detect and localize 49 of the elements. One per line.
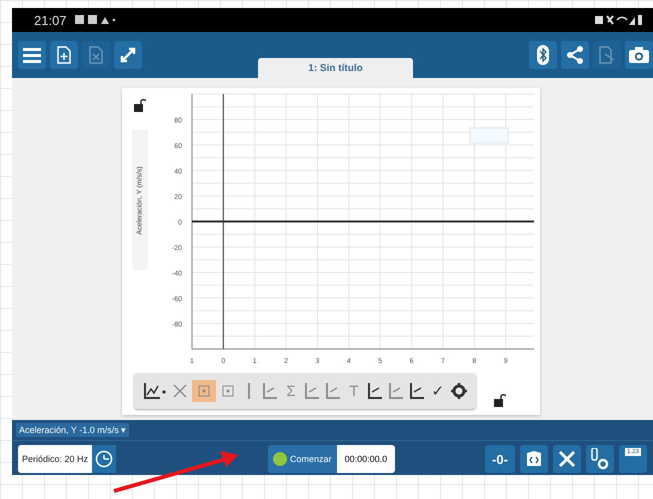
code-file-button[interactable] xyxy=(520,445,548,473)
axes-tool-button[interactable] xyxy=(366,380,384,402)
tools-icon xyxy=(557,449,577,469)
lock-icon[interactable] xyxy=(494,393,506,407)
square-icon xyxy=(197,384,211,398)
rate-field[interactable]: Periódico: 20 Hz xyxy=(18,445,116,473)
start-button[interactable]: Comenzar xyxy=(268,445,337,473)
square-icon xyxy=(221,384,235,398)
system-icons xyxy=(595,14,643,26)
menu-button[interactable] xyxy=(18,41,46,69)
bluetooth-button[interactable] xyxy=(529,41,557,69)
code-file-icon xyxy=(525,450,543,468)
expand-icon xyxy=(119,46,137,64)
cross-arrows-icon xyxy=(172,383,188,399)
elapsed-time-field: 00:00:00.0 xyxy=(336,445,396,473)
graph-type-button[interactable] xyxy=(142,380,168,402)
settings-icon xyxy=(451,383,467,399)
axes-icon xyxy=(388,382,404,400)
sensor-settings-button[interactable] xyxy=(586,445,614,473)
settings-button[interactable] xyxy=(450,380,468,402)
vertical-line-icon xyxy=(246,382,252,400)
axes-icon xyxy=(367,382,383,400)
bluetooth-icon xyxy=(537,45,549,65)
camera-icon xyxy=(629,47,649,63)
line-graph-icon xyxy=(143,382,167,400)
sensor-gear-icon xyxy=(590,448,610,470)
lock-icon[interactable] xyxy=(134,98,146,112)
axes-icon xyxy=(409,382,425,400)
expand-button[interactable] xyxy=(114,41,142,69)
document-tab[interactable]: 1: Sin título xyxy=(258,58,413,78)
file-x-icon xyxy=(89,46,103,64)
share-icon xyxy=(566,46,584,64)
share-button[interactable] xyxy=(561,41,589,69)
tool-button[interactable]: ✓ xyxy=(429,380,447,402)
axes-icon xyxy=(325,382,341,400)
tools-button[interactable] xyxy=(553,445,581,473)
zero-button[interactable]: -0- xyxy=(485,445,515,473)
camera-button[interactable] xyxy=(625,41,653,69)
file-plus-icon xyxy=(57,46,71,64)
axes-tool-button[interactable] xyxy=(408,380,426,402)
clock: 21:07 xyxy=(34,12,67,28)
menu-icon xyxy=(23,47,41,63)
axes-icon xyxy=(304,382,320,400)
notification-icons xyxy=(74,14,115,26)
timer-icon xyxy=(95,450,114,468)
new-file-button[interactable] xyxy=(50,41,78,69)
sensor-selector[interactable]: Aceleración, Y -1.0 m/s/s ▾ xyxy=(16,423,130,437)
axes-icon xyxy=(262,382,278,400)
legend-box xyxy=(470,128,508,144)
